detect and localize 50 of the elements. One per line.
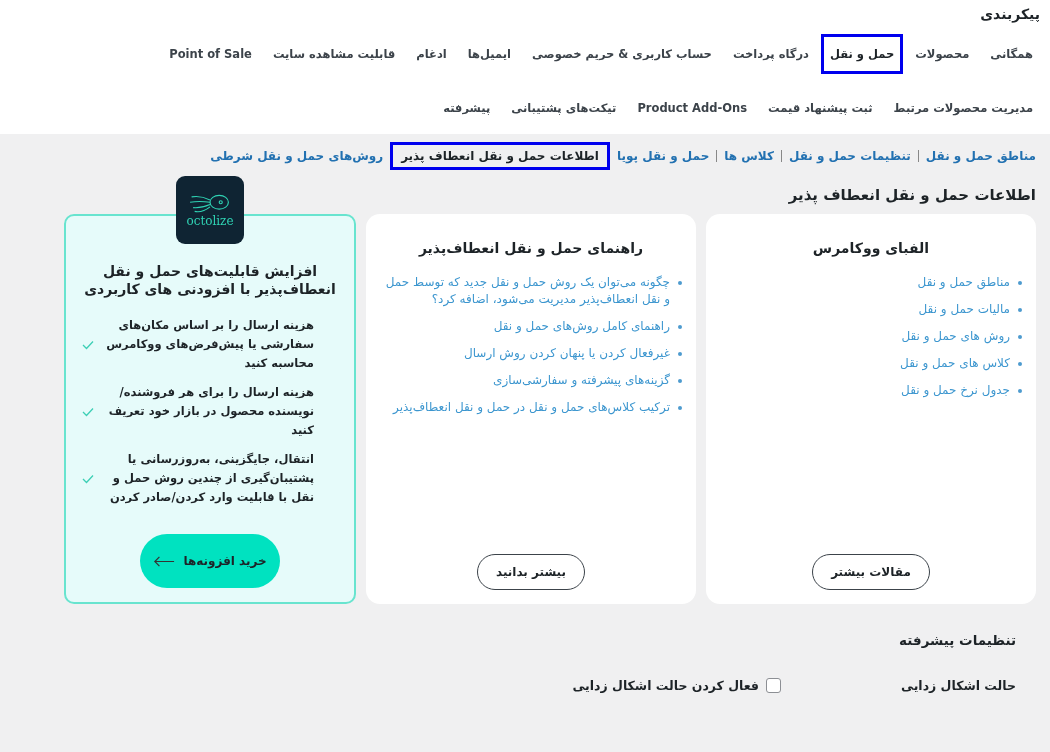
section-heading: تنظیمات پیشرفته	[898, 632, 1016, 648]
subnav-link[interactable]: کلاس ها	[724, 149, 774, 163]
section-heading: اطلاعات حمل و نقل انعطاف پذیر	[788, 186, 1036, 204]
more-button[interactable]: بیشتر بدانید	[477, 554, 586, 590]
check-icon	[82, 473, 94, 484]
settings-tab[interactable]: ایمیل‌ها	[458, 34, 520, 74]
bullet-icon	[1018, 335, 1022, 339]
arrow-icon	[153, 555, 176, 567]
bullet-icon	[1018, 308, 1022, 312]
settings-tab[interactable]: همگانی	[981, 34, 1042, 74]
bullet-icon	[678, 281, 682, 285]
settings-tab[interactable]: ثبت پیشنهاد قیمت	[759, 88, 882, 128]
card-title: راهنمای حمل و نقل انعطاف‌پذیر	[418, 240, 644, 256]
checkbox-label: فعال کردن حالت اشکال زدایی	[572, 678, 760, 693]
buy-addons-button[interactable]: خرید افزونه‌ها	[140, 534, 280, 588]
settings-tab[interactable]: Product Add-Ons	[628, 88, 757, 128]
bullet-icon	[678, 325, 682, 329]
bullet-icon	[678, 352, 682, 356]
subnav-link[interactable]: حمل و نقل پویا	[617, 149, 710, 163]
bullet-icon	[678, 379, 682, 383]
settings-tab[interactable]: پیشرفته	[434, 88, 500, 128]
subnav-link[interactable]: روش‌های حمل و نقل شرطی	[210, 149, 384, 163]
bullet-icon	[678, 406, 682, 410]
subnav-link[interactable]: اطلاعات حمل و نقل انعطاف پذیر	[390, 142, 610, 170]
octolize-logo: octolize	[176, 176, 244, 244]
settings-tab[interactable]: ادغام	[407, 34, 456, 74]
field-label: حالت اشکال زدایی	[901, 678, 1016, 693]
card-title: الفبای ووکامرس	[812, 240, 930, 256]
settings-tab[interactable]: حمل و نقل	[821, 34, 904, 74]
check-icon	[82, 339, 94, 350]
more-button[interactable]: مقالات بیشتر	[812, 554, 930, 590]
settings-tab[interactable]: مدیریت محصولات مرتبط	[884, 88, 1042, 128]
subnav-link[interactable]: مناطق حمل و نقل	[925, 149, 1036, 163]
subnav-link[interactable]: تنظیمات حمل و نقل	[788, 149, 911, 163]
settings-tab[interactable]: قابلیت مشاهده سایت	[263, 34, 405, 74]
bullet-icon	[1018, 362, 1022, 366]
settings-tab[interactable]: محصولات	[906, 34, 979, 74]
feature-text: هزینه ارسال را برای هر فروشنده/ نویسنده محصول در بازار خود تعریف کنید	[107, 384, 314, 439]
check-icon	[82, 406, 94, 417]
settings-tab[interactable]: Point of Sale	[160, 34, 261, 74]
settings-tab[interactable]: درگاه پرداخت	[723, 34, 818, 74]
page-title: پیکربندی	[979, 6, 1041, 25]
settings-tab[interactable]: حساب کاربری & حریم خصوصی	[522, 34, 721, 74]
bullet-icon	[1018, 281, 1022, 285]
settings-tab[interactable]: تیکت‌های پشتیبانی	[502, 88, 626, 128]
debug-checkbox[interactable]	[766, 678, 782, 693]
feature-text: هزینه ارسال را بر اساس مکان‌های سفارشی یا پیش‌فرض‌های ووکامرس محاسبه کنید	[105, 317, 314, 372]
feature-text: انتقال، جایگزینی، به‌روزرسانی یا پشتیبان‌گیری از چندین روش حمل و نقل با قابلیت وارد کردن/صادر کردن	[108, 451, 314, 507]
promo-title: افزایش قابلیت‌های حمل و نقل انعطاف‌پذیر با افزودنی های کاربردی	[83, 262, 337, 298]
bullet-icon	[1018, 389, 1022, 393]
